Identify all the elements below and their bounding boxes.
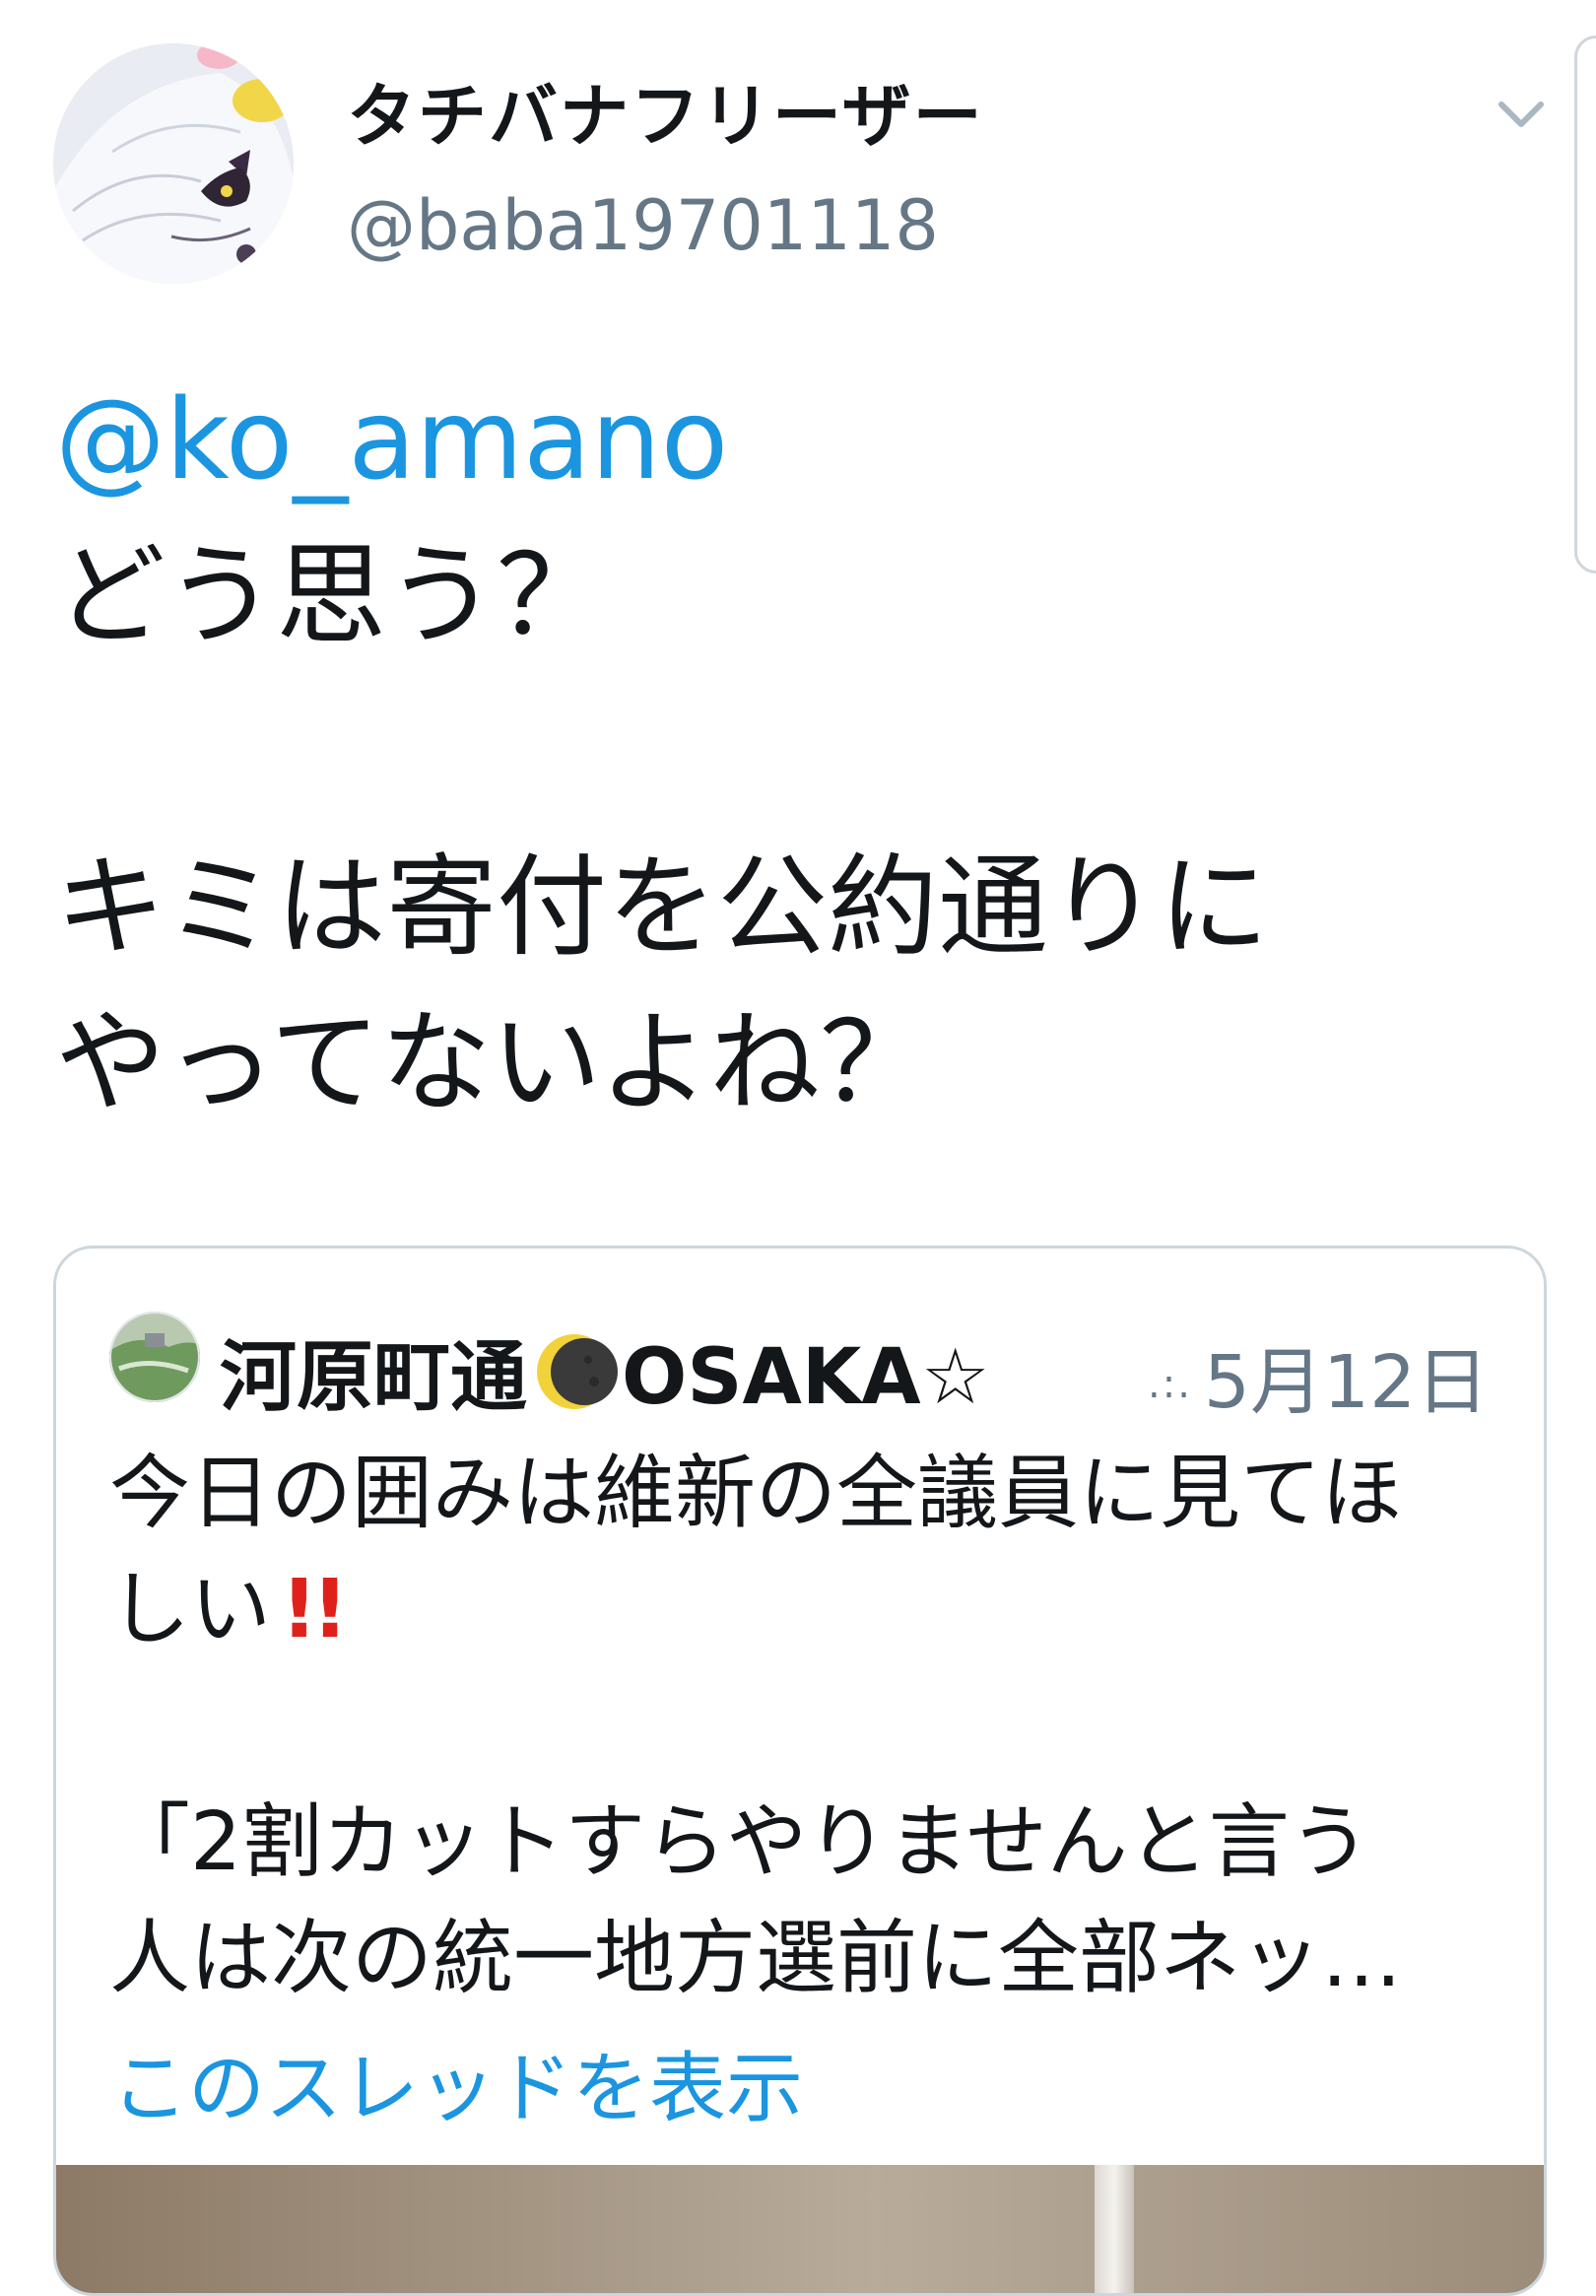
- tweet-line: キミは寄付を公約通りに: [55, 844, 1269, 972]
- star-icon: ☆: [920, 1333, 990, 1422]
- quoted-tweet-meta: .:. 5月12日: [1148, 1323, 1489, 1429]
- waning-crescent-moon-icon: [529, 1326, 620, 1417]
- quoted-tweet-date[interactable]: 5月12日: [1204, 1340, 1489, 1425]
- quoted-name-part: 河原町通: [220, 1333, 528, 1422]
- quoted-tweet-card[interactable]: 河原町通 OSAKA☆ .:. 5月12日 今日の囲みは維新の全議員に見てほ しい!…: [53, 1246, 1547, 2296]
- quoted-text-line: 人は次の統一地方選前に全部ネッ…: [109, 1912, 1403, 2005]
- tweet-header: タチバナフリーザー @baba19701118: [0, 0, 1596, 574]
- show-thread-link[interactable]: このスレッドを表示: [111, 2027, 803, 2137]
- double-exclamation-icon: !!: [281, 1563, 349, 1656]
- cat-avatar-image: [53, 43, 294, 284]
- chevron-down-icon[interactable]: [1490, 91, 1553, 138]
- quoted-media-image[interactable]: [56, 2165, 1544, 2293]
- quoted-text-line: しい!!: [109, 1552, 1528, 1668]
- media-detail: [1095, 2165, 1134, 2293]
- quoted-name-part: OSAKA: [622, 1333, 921, 1422]
- scroll-handle[interactable]: [1574, 35, 1596, 574]
- user-handle[interactable]: @baba19701118: [347, 185, 939, 266]
- quoted-user-avatar[interactable]: [109, 1312, 200, 1402]
- landscape-avatar-image: [109, 1312, 200, 1402]
- quoted-tweet-header: 河原町通 OSAKA☆ .:. 5月12日: [109, 1306, 1528, 1425]
- tweet-line: やってないよね？: [55, 999, 931, 1127]
- quoted-text-line: 今日の囲みは維新の全議員に見てほ: [109, 1447, 1403, 1540]
- tweet-text: @ko_amano どう思う？ キミは寄付を公約通りに やってないよね？: [55, 363, 1533, 1141]
- mention-link[interactable]: @ko_amano: [55, 363, 1533, 518]
- display-name[interactable]: タチバナフリーザー: [347, 61, 984, 161]
- quoted-text-line: 「2割カットすらやりませんと言う: [109, 1795, 1370, 1889]
- more-dots-icon: .:.: [1148, 1362, 1192, 1407]
- quoted-display-name[interactable]: 河原町通 OSAKA☆: [220, 1316, 990, 1426]
- tweet-line: どう思う？: [55, 532, 607, 660]
- user-avatar[interactable]: [53, 43, 294, 284]
- quoted-tweet-text: 今日の囲みは維新の全議員に見てほ しい!! 「2割カットすらやりませんと言う 人…: [109, 1436, 1528, 2017]
- quoted-text-fragment: しい: [109, 1563, 272, 1656]
